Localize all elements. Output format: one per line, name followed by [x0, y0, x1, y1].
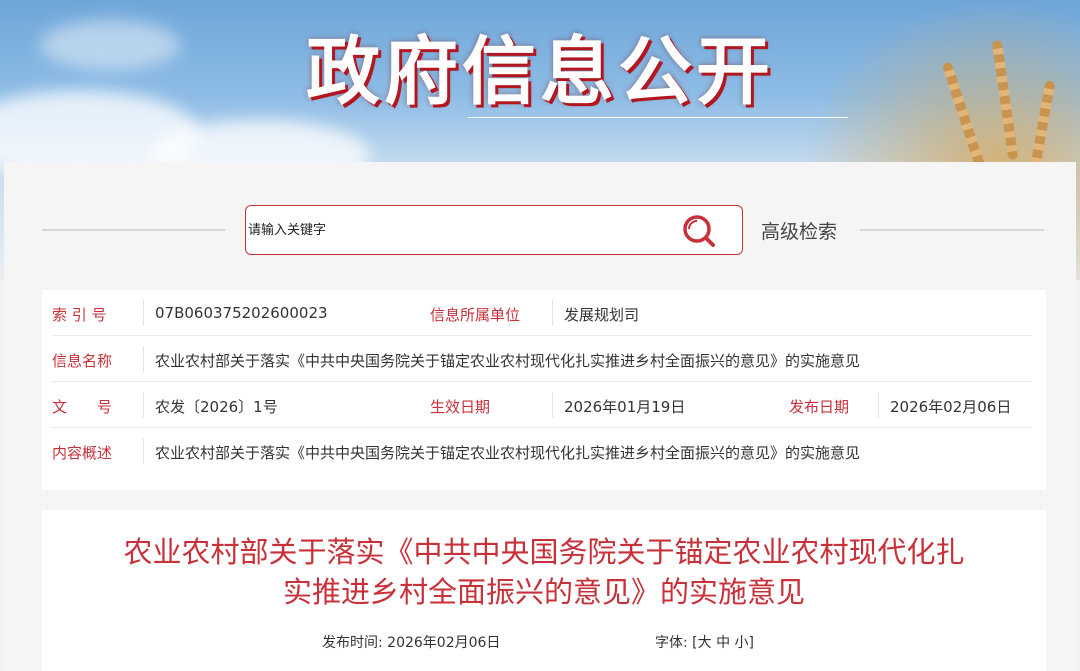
- info-row-summary: 内容概述 农业农村部关于落实《中共中央国务院关于锚定农业农村现代化扎实推进乡村全…: [52, 428, 1032, 474]
- summary-label: 内容概述: [52, 444, 113, 462]
- search-row: 高级检索: [4, 162, 1076, 272]
- info-row-docno: 文 号 农发〔2026〕1号 生效日期 2026年01月19日 发布日期 202…: [52, 382, 1032, 428]
- article-title-line: 实推进乡村全面振兴的意见》的实施意见: [282, 575, 805, 609]
- article-title-line: 农业农村部关于落实《中共中央国务院关于锚定农业农村现代化扎: [123, 535, 965, 569]
- info-table: 索 引 号 07B060375202600023 信息所属单位 发展规划司 信息…: [42, 290, 1046, 490]
- publish-time: 发布时间: 2026年02月06日: [322, 632, 500, 652]
- docno-value: 农发〔2026〕1号: [155, 398, 278, 416]
- divider: [42, 229, 225, 231]
- search-icon: [683, 215, 715, 247]
- divider: [860, 229, 1044, 231]
- font-size-label: 字体:: [655, 635, 688, 651]
- index-label: 索 引 号: [52, 306, 107, 324]
- banner-divider: [468, 117, 848, 118]
- name-value: 农业农村部关于落实《中共中央国务院关于锚定农业农村现代化扎实推进乡村全面振兴的意…: [155, 352, 861, 370]
- font-small-option[interactable]: 小: [735, 635, 749, 651]
- article: 农业农村部关于落实《中共中央国务院关于锚定农业农村现代化扎 实推进乡村全面振兴的…: [42, 510, 1046, 671]
- separator: [552, 392, 553, 418]
- separator: [143, 438, 144, 464]
- separator: [143, 300, 144, 326]
- article-title: 农业农村部关于落实《中共中央国务院关于锚定农业农村现代化扎 实推进乡村全面振兴的…: [42, 532, 1046, 612]
- font-medium-option[interactable]: 中: [716, 635, 730, 651]
- advanced-search-link[interactable]: 高级检索: [761, 217, 837, 244]
- separator: [878, 392, 879, 418]
- search-box: [245, 205, 743, 255]
- summary-value: 农业农村部关于落实《中共中央国务院关于锚定农业农村现代化扎实推进乡村全面振兴的意…: [155, 444, 861, 462]
- index-value: 07B060375202600023: [155, 304, 328, 322]
- search-input[interactable]: [246, 206, 666, 254]
- publish-time-label: 发布时间:: [322, 635, 383, 651]
- info-row-name: 信息名称 农业农村部关于落实《中共中央国务院关于锚定农业农村现代化扎实推进乡村全…: [52, 336, 1032, 382]
- font-size-control: 字体: [大 中 小]: [655, 632, 754, 652]
- banner-title: 政府信息公开: [306, 29, 774, 115]
- publish-date-value: 2026年02月06日: [890, 398, 1012, 416]
- effective-date-value: 2026年01月19日: [564, 398, 686, 416]
- separator: [143, 392, 144, 418]
- font-large-option[interactable]: 大: [698, 635, 712, 651]
- publish-date-label: 发布日期: [789, 398, 850, 416]
- unit-value: 发展规划司: [564, 306, 640, 324]
- font-bracket-close: ]: [748, 635, 755, 651]
- effective-date-label: 生效日期: [430, 398, 491, 416]
- publish-time-value: 2026年02月06日: [387, 635, 501, 651]
- info-row-index: 索 引 号 07B060375202600023 信息所属单位 发展规划司: [52, 290, 1032, 336]
- unit-label: 信息所属单位: [430, 306, 521, 324]
- main-panel: 高级检索 索 引 号 07B060375202600023 信息所属单位 发展规…: [4, 162, 1076, 671]
- separator: [143, 346, 144, 372]
- name-label: 信息名称: [52, 352, 113, 370]
- separator: [552, 300, 553, 326]
- search-button[interactable]: [680, 212, 720, 250]
- docno-label: 文 号: [52, 398, 113, 416]
